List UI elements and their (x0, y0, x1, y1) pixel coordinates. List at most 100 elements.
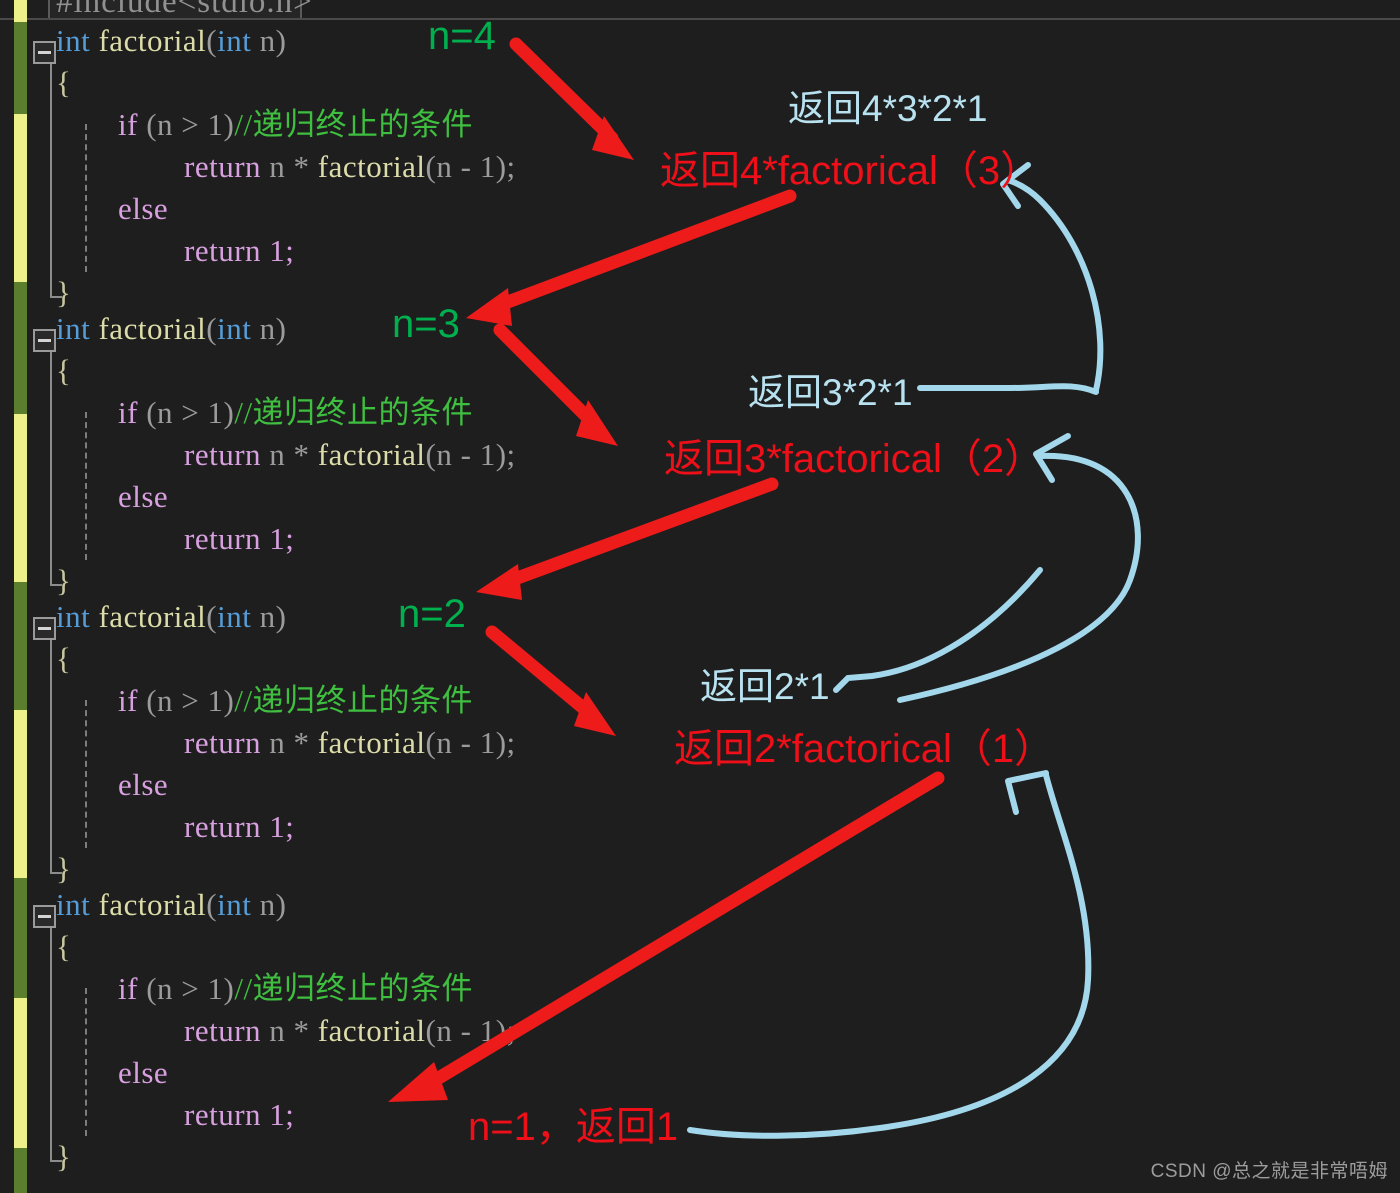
if-condition: (n > 1) (146, 395, 235, 430)
kw-if: if (118, 395, 138, 430)
kw-return: return (184, 1013, 262, 1048)
return-expr-3: 返回3*factorical（2） (664, 437, 1045, 481)
param-n: n (259, 311, 276, 346)
kw-int: int (56, 887, 91, 922)
paren-close: ) (275, 599, 287, 634)
base-case-label: n=1，返回1 (468, 1105, 679, 1149)
code-line-open-brace[interactable]: { (56, 638, 71, 680)
code-line-return-one[interactable]: return 1; (184, 1094, 294, 1136)
kw-int: int (56, 599, 91, 634)
code-line-return-one[interactable]: return 1; (184, 230, 294, 272)
code-line-else[interactable]: else (118, 188, 168, 230)
fold-rail-block-2 (50, 352, 62, 586)
if-condition: (n > 1) (146, 683, 235, 718)
paren-open: ( (206, 887, 218, 922)
code-line[interactable]: int factorial(int n) (56, 884, 286, 926)
code-line-return-recursive[interactable]: return n * factorial(n - 1); (184, 1010, 516, 1052)
paren-open: ( (206, 599, 218, 634)
fn-name: factorial (98, 887, 207, 922)
inline-comment: //递归终止的条件 (234, 683, 474, 718)
kw-return: return (184, 437, 262, 472)
if-condition: (n > 1) (146, 107, 235, 142)
change-bar-unsaved (14, 0, 27, 22)
code-line-close-brace[interactable]: } (56, 1136, 71, 1178)
code-line-return-recursive[interactable]: return n * factorial(n - 1); (184, 722, 516, 764)
mul-expr: n * (269, 725, 318, 760)
param-n: n (259, 23, 276, 58)
code-line-open-brace[interactable]: { (56, 62, 71, 104)
code-line-return-recursive[interactable]: return n * factorial(n - 1); (184, 146, 516, 188)
kw-if: if (118, 971, 138, 1006)
param-n: n (259, 887, 276, 922)
code-line-else[interactable]: else (118, 1052, 168, 1094)
code-line-return-one[interactable]: return 1; (184, 806, 294, 848)
code-line-else[interactable]: else (118, 764, 168, 806)
code-line-if[interactable]: if (n > 1)//递归终止的条件 (118, 968, 473, 1010)
code-line-return-one[interactable]: return 1; (184, 518, 294, 560)
kw-return: return (184, 149, 262, 184)
mul-expr: n * (269, 149, 318, 184)
fold-rail-block-4 (50, 928, 62, 1162)
code-line-if[interactable]: if (n > 1)//递归终止的条件 (118, 680, 473, 722)
code-line-open-brace[interactable]: { (56, 350, 71, 392)
fn-call: factorial (317, 437, 426, 472)
fn-name: factorial (98, 311, 207, 346)
kw-int: int (217, 311, 252, 346)
fn-call: factorial (317, 149, 426, 184)
param-n: n (259, 599, 276, 634)
mul-expr: n * (269, 437, 318, 472)
code-line-if[interactable]: if (n > 1)//递归终止的条件 (118, 392, 473, 434)
code-line-else[interactable]: else (118, 476, 168, 518)
call-args: (n - 1); (425, 437, 516, 472)
fold-rail-block-1 (50, 64, 62, 298)
top-partial-line-strip: #include<stdio.h> (0, 0, 1400, 20)
paren-close: ) (275, 887, 287, 922)
kw-if: if (118, 683, 138, 718)
fold-toggle-block-4[interactable] (33, 905, 56, 928)
csdn-watermark: CSDN @总之就是非常唔姆 (1150, 1161, 1388, 1182)
if-condition: (n > 1) (146, 971, 235, 1006)
code-line-open-brace[interactable]: { (56, 926, 71, 968)
return-expr-2: 返回2*factorical（1） (674, 727, 1055, 771)
code-line-if[interactable]: if (n > 1)//递归终止的条件 (118, 104, 473, 146)
fold-toggle-block-2[interactable] (33, 329, 56, 352)
kw-int: int (56, 23, 91, 58)
n-label-4: n=4 (428, 14, 496, 58)
inline-comment: //递归终止的条件 (234, 395, 474, 430)
n-label-2: n=2 (398, 592, 466, 636)
indent-guide-block-4 (85, 988, 87, 1136)
code-line[interactable]: int factorial(int n) (56, 596, 286, 638)
indent-guide-block-3 (85, 700, 87, 848)
indent-guide-block-1 (85, 124, 87, 272)
paren-open: ( (206, 311, 218, 346)
result-2: 返回2*1 (700, 666, 830, 707)
result-4: 返回4*3*2*1 (788, 88, 988, 129)
indent-guide-block-2 (85, 412, 87, 560)
fold-rail-block-3 (50, 640, 62, 874)
fold-toggle-block-3[interactable] (33, 617, 56, 640)
call-args: (n - 1); (425, 725, 516, 760)
inline-comment: //递归终止的条件 (234, 107, 474, 142)
code-line[interactable]: int factorial(int n) (56, 20, 286, 62)
return-expr-4: 返回4*factorical（3） (660, 149, 1041, 193)
paren-close: ) (275, 311, 287, 346)
paren-close: ) (275, 23, 287, 58)
kw-return: return (184, 725, 262, 760)
fn-name: factorial (98, 599, 207, 634)
inline-comment: //递归终止的条件 (234, 971, 474, 1006)
fn-call: factorial (317, 725, 426, 760)
result-3: 返回3*2*1 (748, 372, 913, 413)
fn-name: factorial (98, 23, 207, 58)
fn-call: factorial (317, 1013, 426, 1048)
paren-open: ( (206, 23, 218, 58)
kw-if: if (118, 107, 138, 142)
mul-expr: n * (269, 1013, 318, 1048)
code-line[interactable]: int factorial(int n) (56, 308, 286, 350)
kw-int: int (217, 23, 252, 58)
fold-toggle-block-1[interactable] (33, 41, 56, 64)
kw-int: int (217, 887, 252, 922)
code-line-return-recursive[interactable]: return n * factorial(n - 1); (184, 434, 516, 476)
kw-int: int (56, 311, 91, 346)
call-args: (n - 1); (425, 149, 516, 184)
include-directive: #include<stdio.h> (56, 0, 313, 20)
